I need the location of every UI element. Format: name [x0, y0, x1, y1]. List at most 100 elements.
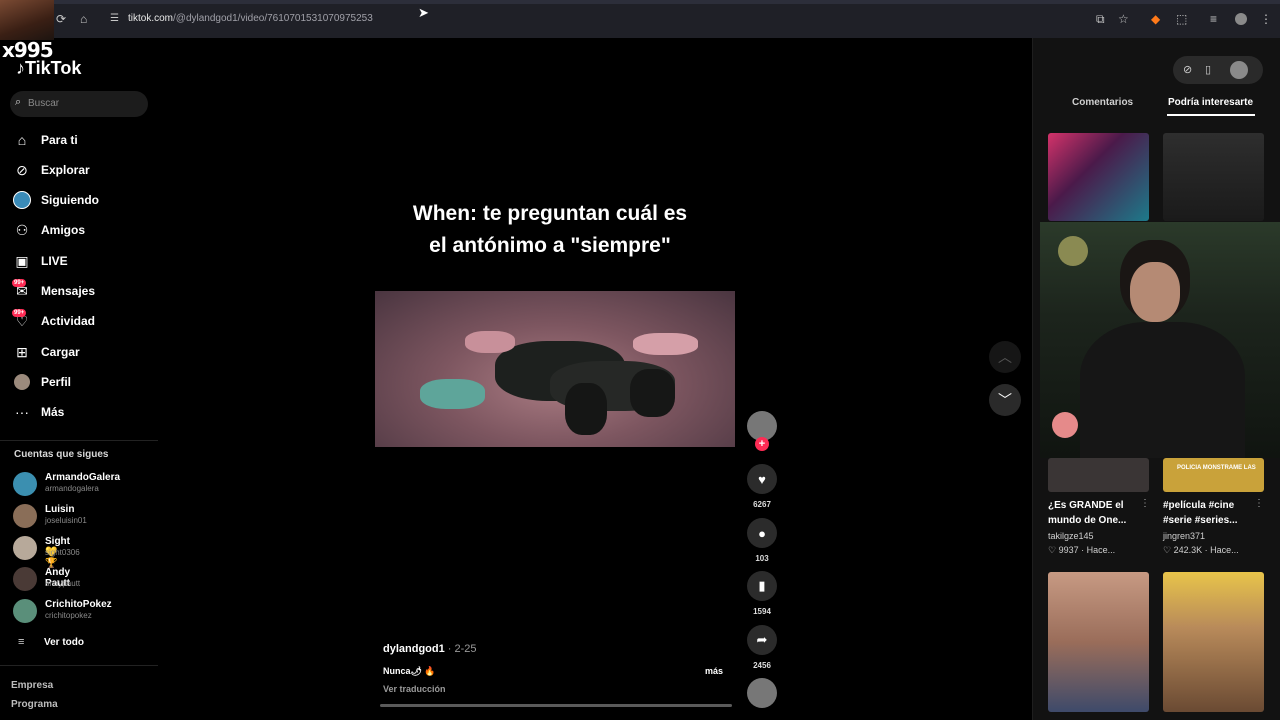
recommended-thumbnail[interactable] — [1048, 458, 1149, 492]
avatar — [13, 567, 37, 591]
like-button[interactable]: ♥ — [747, 464, 777, 494]
footer-link-programa[interactable]: Programa — [11, 699, 58, 710]
like-count: 6267 — [753, 500, 771, 509]
compass-icon: ⊘ — [16, 161, 28, 178]
nav-item-actividad[interactable]: ♡ 99+ Actividad — [12, 309, 95, 333]
chevron-up-icon: ︿ — [998, 349, 1012, 365]
active-tab-indicator — [1167, 114, 1255, 116]
card-title[interactable]: ¿Es GRANDE el mundo de One... — [1048, 498, 1148, 528]
following-icon — [13, 191, 31, 209]
browser-tab-strip — [0, 0, 1280, 4]
video-progress-bar[interactable] — [380, 704, 732, 707]
messages-icon: ✉ 99+ — [12, 279, 28, 299]
save-count: 1594 — [753, 607, 771, 616]
recommended-thumbnail[interactable] — [1048, 572, 1149, 712]
footer-link-empresa[interactable]: Empresa — [11, 680, 53, 691]
card-title[interactable]: #película #cine #serie #series... — [1163, 498, 1263, 528]
nav-item-para-ti[interactable]: ⌂ Para ti — [13, 128, 78, 152]
follow-plus-button[interactable]: + — [755, 437, 769, 451]
share-count: 2456 — [753, 661, 771, 670]
reload-icon[interactable]: ⟳ — [56, 12, 66, 26]
following-section-title: Cuentas que sigues — [14, 449, 109, 460]
nav-item-siguiendo[interactable]: Siguiendo — [13, 188, 99, 212]
recommended-thumbnail[interactable] — [1163, 572, 1264, 712]
recommended-thumbnail[interactable] — [1048, 133, 1149, 221]
browser-profile-icon[interactable] — [1235, 13, 1247, 25]
mouse-cursor-icon: ➤ — [418, 5, 429, 20]
nav-item-cargar[interactable]: ⊞ Cargar — [13, 340, 80, 364]
card-user[interactable]: jingren371 — [1163, 531, 1205, 541]
video-author[interactable]: dylandgod1 · 2-25 — [383, 643, 477, 655]
compass-small-icon[interactable]: ⊘ — [1183, 63, 1192, 76]
mascot-sticker — [1052, 412, 1078, 438]
search-input[interactable]: ⌕ Buscar — [10, 91, 148, 117]
share-icon: ➦ — [756, 632, 768, 647]
nav-item-mensajes[interactable]: ✉ 99+ Mensajes — [12, 279, 95, 303]
tiktok-note-icon: ♪ — [16, 58, 25, 78]
nav-item-mas[interactable]: ··· Más — [13, 400, 64, 424]
recommended-thumbnail[interactable] — [1163, 133, 1264, 221]
tab-comentarios[interactable]: Comentarios — [1072, 97, 1133, 108]
chevron-down-icon: ﹀ — [998, 392, 1012, 408]
phone-icon[interactable]: ▯ — [1205, 63, 1211, 76]
extension-icon[interactable]: ◆ — [1151, 12, 1160, 26]
share-button[interactable]: ➦ — [747, 625, 777, 655]
live-icon: ▣ — [15, 252, 29, 269]
streamer-avatar-overlay — [0, 0, 54, 40]
comment-button[interactable]: ● — [747, 518, 777, 548]
activity-icon: ♡ 99+ — [12, 309, 29, 329]
card-menu-icon[interactable]: ⋮ — [1140, 498, 1150, 509]
avatar — [13, 536, 37, 560]
nav-item-explorar[interactable]: ⊘ Explorar — [13, 158, 90, 182]
video-description: Nunca🌶 🔥 — [383, 666, 436, 676]
card-stats: ♡ 9937 · Hace... — [1048, 545, 1116, 555]
avatar — [13, 504, 37, 528]
profile-avatar[interactable] — [1230, 61, 1248, 79]
messages-badge: 99+ — [12, 279, 27, 287]
sidebar-divider — [0, 440, 158, 441]
bookmark-star-icon[interactable]: ☆ — [1118, 12, 1129, 26]
video-player[interactable] — [375, 291, 735, 447]
tab-podria-interesarte[interactable]: Podría interesarte — [1168, 97, 1253, 108]
nav-item-perfil[interactable]: Perfil — [13, 370, 71, 394]
sidebar-divider — [0, 665, 158, 666]
sound-disc[interactable] — [747, 678, 777, 708]
bookmark-icon: ▮ — [758, 578, 766, 593]
friends-icon: ⚇ — [15, 221, 29, 238]
extensions-puzzle-icon[interactable]: ⬚ — [1176, 12, 1187, 26]
next-video-button[interactable]: ﹀ — [989, 384, 1021, 416]
media-controls-icon[interactable]: ≡ — [1210, 12, 1217, 26]
card-user[interactable]: takilgze145 — [1048, 531, 1094, 541]
search-placeholder: Buscar — [28, 98, 60, 109]
install-app-icon[interactable]: ⧉ — [1096, 12, 1105, 27]
nav-item-amigos[interactable]: ⚇ Amigos — [13, 218, 85, 242]
video-caption: When: te preguntan cuál es el antónimo a… — [412, 202, 688, 257]
activity-badge: 99+ — [12, 309, 27, 317]
home-browser-icon[interactable]: ⌂ — [80, 12, 87, 26]
webcam-overlay — [1040, 222, 1280, 458]
see-all-link[interactable]: Ver todo — [44, 637, 84, 648]
translate-link[interactable]: Ver traducción — [383, 684, 446, 694]
browser-menu-icon[interactable]: ⋮ — [1260, 12, 1272, 26]
save-button[interactable]: ▮ — [747, 571, 777, 601]
thumbnail-text: POLICIA MONSTRAME LAS — [1177, 465, 1256, 471]
more-button[interactable]: más — [705, 666, 723, 676]
more-icon: ··· — [15, 404, 29, 420]
comment-icon: ● — [758, 525, 766, 541]
recommended-thumbnail[interactable]: POLICIA MONSTRAME LAS — [1163, 458, 1264, 492]
heart-icon: ♥ — [758, 471, 766, 487]
card-stats: ♡ 242.3K · Hace... — [1163, 545, 1239, 555]
previous-video-button[interactable]: ︿ — [989, 341, 1021, 373]
site-info-icon[interactable]: ☰ — [110, 13, 119, 24]
panel-controls: ⊘ ▯ — [1173, 56, 1263, 84]
card-menu-icon[interactable]: ⋮ — [1254, 498, 1264, 509]
list-icon: ≡ — [18, 636, 25, 648]
address-bar[interactable]: tiktok.com/@dylandgod1/video/76107015310… — [128, 13, 373, 24]
upload-icon: ⊞ — [16, 343, 28, 360]
profile-icon — [13, 373, 31, 391]
avatar — [13, 599, 37, 623]
nav-item-live[interactable]: ▣ LIVE — [13, 249, 67, 273]
tiktok-logo[interactable]: ♪TikTok — [16, 58, 81, 79]
avatar — [13, 472, 37, 496]
home-icon: ⌂ — [17, 132, 27, 148]
